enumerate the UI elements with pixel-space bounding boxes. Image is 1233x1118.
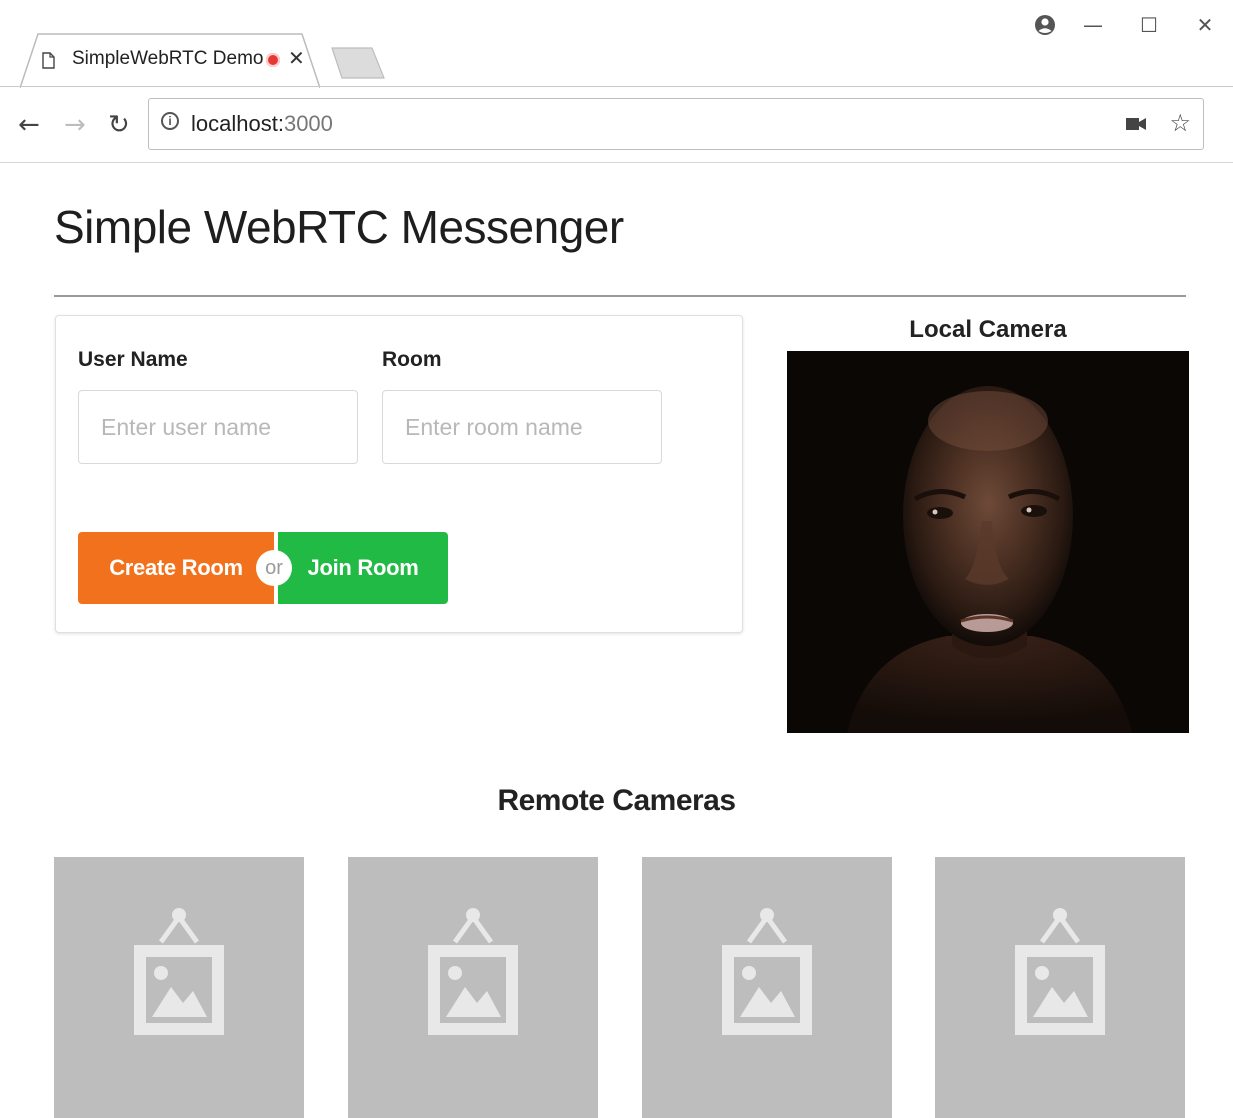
url-host: localhost:: [191, 111, 284, 136]
forward-icon[interactable]: →: [64, 110, 86, 140]
camera-icon[interactable]: [1125, 116, 1147, 132]
close-window-icon[interactable]: ✕: [1177, 8, 1233, 42]
image-placeholder-icon: [428, 908, 518, 1035]
url-text: localhost:3000: [191, 111, 333, 137]
bookmark-star-icon[interactable]: ☆: [1169, 109, 1191, 137]
recording-icon: [266, 53, 280, 67]
info-icon[interactable]: i: [161, 112, 179, 130]
tabstrip-divider: [0, 86, 1233, 87]
page-title: Simple WebRTC Messenger: [54, 201, 624, 253]
local-camera-video: [787, 351, 1189, 733]
user-name-input[interactable]: [78, 390, 358, 464]
url-port: 3000: [283, 111, 333, 136]
room-label: Room: [382, 348, 442, 371]
remote-cameras-heading: Remote Cameras: [497, 784, 736, 817]
remote-camera-tile: [348, 857, 598, 1118]
browser-tab[interactable]: SimpleWebRTC Demo ✕: [20, 32, 320, 88]
tab-title: SimpleWebRTC Demo: [72, 48, 264, 69]
window-controls: — ☐ ✕: [1025, 8, 1233, 42]
room-name-input[interactable]: [382, 390, 662, 464]
create-room-button[interactable]: Create Room: [78, 532, 274, 604]
remote-camera-tile: [935, 857, 1185, 1118]
image-placeholder-icon: [134, 908, 224, 1035]
join-room-button[interactable]: Join Room: [278, 532, 448, 604]
room-button-group: Create Room Join Room or: [78, 532, 448, 604]
page-icon: [42, 52, 55, 69]
image-placeholder-icon: [1015, 908, 1105, 1035]
address-bar[interactable]: i localhost:3000 ☆: [148, 98, 1204, 150]
image-placeholder-icon: [722, 908, 812, 1035]
title-divider: [54, 295, 1186, 297]
minimize-icon[interactable]: —: [1065, 8, 1121, 42]
close-tab-icon[interactable]: ✕: [288, 46, 305, 70]
back-icon[interactable]: ←: [18, 110, 40, 140]
reload-icon[interactable]: ↻: [108, 110, 130, 140]
profile-icon[interactable]: [1025, 8, 1065, 42]
room-form-card: User Name Room Create Room Join Room or: [55, 315, 743, 633]
maximize-icon[interactable]: ☐: [1121, 8, 1177, 42]
user-name-label: User Name: [78, 348, 188, 371]
or-divider: or: [256, 550, 292, 586]
new-tab-button[interactable]: [330, 46, 386, 80]
local-camera-frame: [787, 351, 1189, 733]
browser-tabstrip: — ☐ ✕ SimpleWebRTC Demo ✕: [0, 0, 1233, 88]
remote-camera-tile: [54, 857, 304, 1118]
local-camera-label: Local Camera: [909, 316, 1067, 343]
remote-camera-tile: [642, 857, 892, 1118]
browser-toolbar: ← → ↻ i localhost:3000 ☆: [0, 88, 1233, 163]
